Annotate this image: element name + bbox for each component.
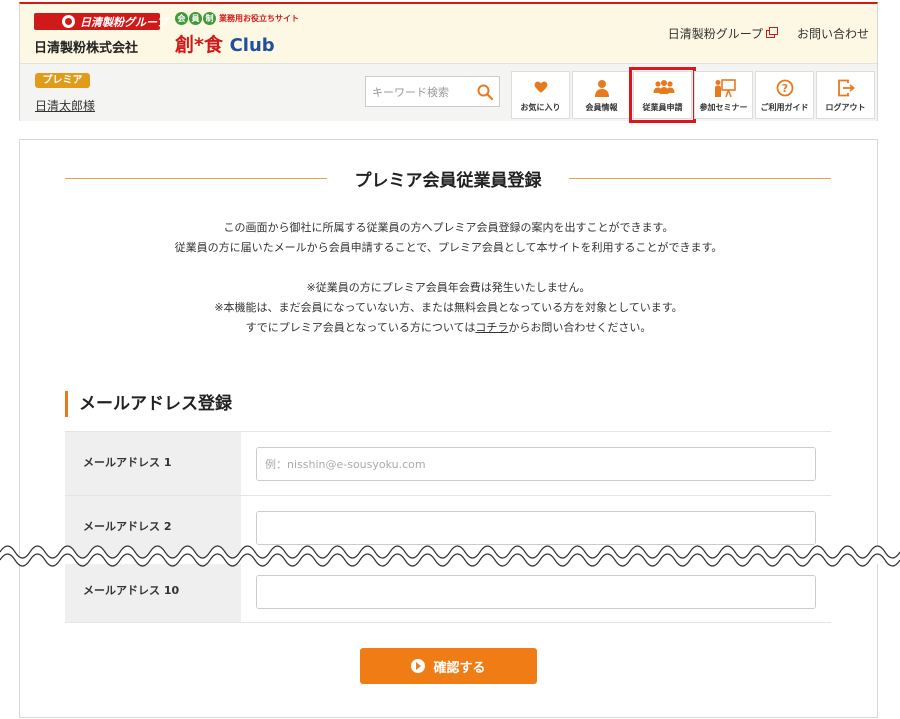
company-name: 日清製粉株式会社 <box>34 41 139 56</box>
form-row-email-1: メールアドレス 1 <box>65 431 831 495</box>
contact-link-label: お問い合わせ <box>796 27 869 41</box>
sousyoku-club-logo[interactable]: 会 員 制 業務用お役立ちサイト 創*食 Club <box>175 12 335 58</box>
main-content: プレミア会員従業員登録 この画面から御社に所属する従業員の方へプレミア会員登録の… <box>19 139 878 718</box>
note-line: ※従業員の方にプレミア会員年会費は発生いたしません。 <box>306 281 591 294</box>
nav-member-info[interactable]: 会員情報 <box>572 71 631 119</box>
nav-logout-label: ログアウト <box>825 103 866 112</box>
club-name-en: Club <box>229 35 275 56</box>
search-icon[interactable] <box>476 83 494 101</box>
club-tagline: 業務用お役立ちサイト <box>219 14 299 23</box>
club-name: 創*食 Club <box>175 30 275 57</box>
group-icon <box>653 79 674 97</box>
email-10-label: メールアドレス 10 <box>65 560 241 622</box>
search-input[interactable] <box>372 83 468 101</box>
member-char: 会 <box>175 12 188 25</box>
section-heading: メールアドレス登録 <box>65 391 232 417</box>
top-links: 日清製粉グループ お問い合わせ <box>668 25 869 42</box>
site-header: 日清製粉グループ 日清製粉株式会社 会 員 制 業務用お役立ちサイト 創*食 C… <box>19 2 878 123</box>
nav-usage-guide-label: ご利用ガイド <box>760 103 809 112</box>
note-line: ※本機能は、まだ会員になっていない方、または無料会員となっている方を対象としてい… <box>214 301 683 314</box>
member-char: 員 <box>189 12 202 25</box>
nav-seminar-label: 参加セミナー <box>699 103 748 112</box>
group-link[interactable]: 日清製粉グループ <box>667 25 778 42</box>
contact-note: すでにプレミア会員となっている方についてはコチラからお問い合わせください。 <box>20 318 877 338</box>
user-name-link[interactable]: 日清太郎様 <box>35 97 95 114</box>
user-icon <box>592 79 612 97</box>
help-icon: ? <box>775 79 795 97</box>
email-1-label: メールアドレス 1 <box>65 432 241 495</box>
header-bottom-bar: プレミア 日清太郎様 お気に入り 会員情報 <box>20 63 877 123</box>
omission-wave-divider <box>0 545 900 567</box>
header-top-bar: 日清製粉グループ 日清製粉株式会社 会 員 制 業務用お役立ちサイト 創*食 C… <box>20 4 877 63</box>
nisshin-mark-icon <box>62 15 75 28</box>
group-link-label: 日清製粉グループ <box>667 27 763 41</box>
svg-text:?: ? <box>781 82 787 95</box>
contact-here-link[interactable]: コチラ <box>475 321 508 334</box>
email-10-input[interactable] <box>256 575 816 609</box>
intro-line: この画面から御社に所属する従業員の方へプレミア会員登録の案内を出すことができます… <box>223 221 674 234</box>
search-box <box>365 76 500 107</box>
nav-favorites-label: お気に入り <box>520 103 561 112</box>
email-2-input[interactable] <box>256 511 816 545</box>
arrow-right-circle-icon <box>411 659 426 673</box>
member-char: 制 <box>203 12 216 25</box>
nav-member-info-label: 会員情報 <box>585 103 618 112</box>
nav-usage-guide[interactable]: ? ご利用ガイド <box>755 71 814 119</box>
external-link-icon <box>765 27 778 38</box>
nisshin-group-logo[interactable]: 日清製粉グループ <box>34 13 167 30</box>
premia-badge: プレミア <box>35 73 90 88</box>
main-nav: お気に入り 会員情報 従業員申請 参加セミナー ? ご利用ガイド ログアウト <box>511 67 875 123</box>
email-1-input[interactable] <box>256 447 816 481</box>
confirm-button-label: 確認する <box>433 660 486 676</box>
intro-line: 従業員の方に届いたメールから会員申請することで、プレミア会員として本サイトを利用… <box>174 241 723 254</box>
contact-link[interactable]: お問い合わせ <box>797 25 869 42</box>
page-title-wrap: プレミア会員従業員登録 <box>65 166 831 191</box>
confirm-button[interactable]: 確認する <box>360 648 537 684</box>
intro-text: この画面から御社に所属する従業員の方へプレミア会員登録の案内を出すことができます… <box>20 218 877 338</box>
nav-employee-application-label: 従業員申請 <box>642 103 683 112</box>
seminar-icon <box>714 79 736 98</box>
nav-employee-application[interactable]: 従業員申請 <box>629 67 696 123</box>
member-circles: 会 員 制 <box>175 12 216 25</box>
contact-note-after: からお問い合わせください。 <box>508 321 652 334</box>
group-badge-text: 日清製粉グループ <box>80 16 168 29</box>
club-name-ja: 創*食 <box>175 34 223 56</box>
nav-logout[interactable]: ログアウト <box>816 71 875 119</box>
heart-icon <box>531 79 551 97</box>
nav-favorites[interactable]: お気に入り <box>511 71 570 119</box>
contact-note-before: すでにプレミア会員となっている方については <box>245 321 476 334</box>
title-divider-right <box>569 178 831 179</box>
email-form: メールアドレス 1 メールアドレス 2 メールアドレス 10 <box>65 431 831 623</box>
nav-seminar[interactable]: 参加セミナー <box>694 71 753 119</box>
logout-icon <box>836 79 856 97</box>
